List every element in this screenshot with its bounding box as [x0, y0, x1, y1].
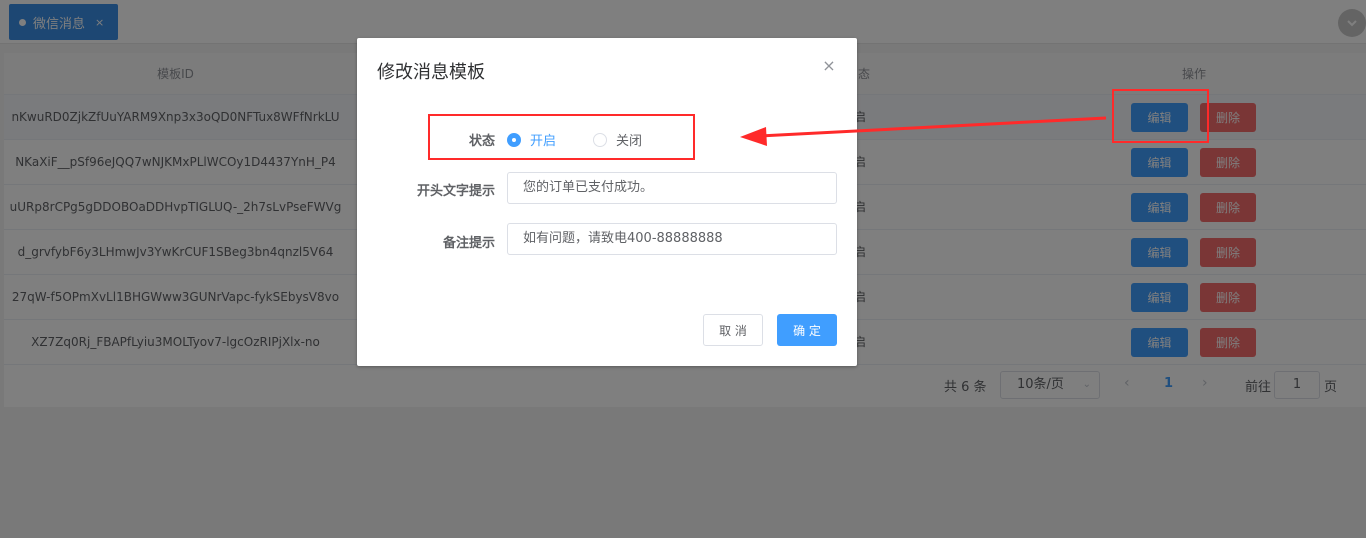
annotation-arrow-icon: [740, 116, 1107, 146]
